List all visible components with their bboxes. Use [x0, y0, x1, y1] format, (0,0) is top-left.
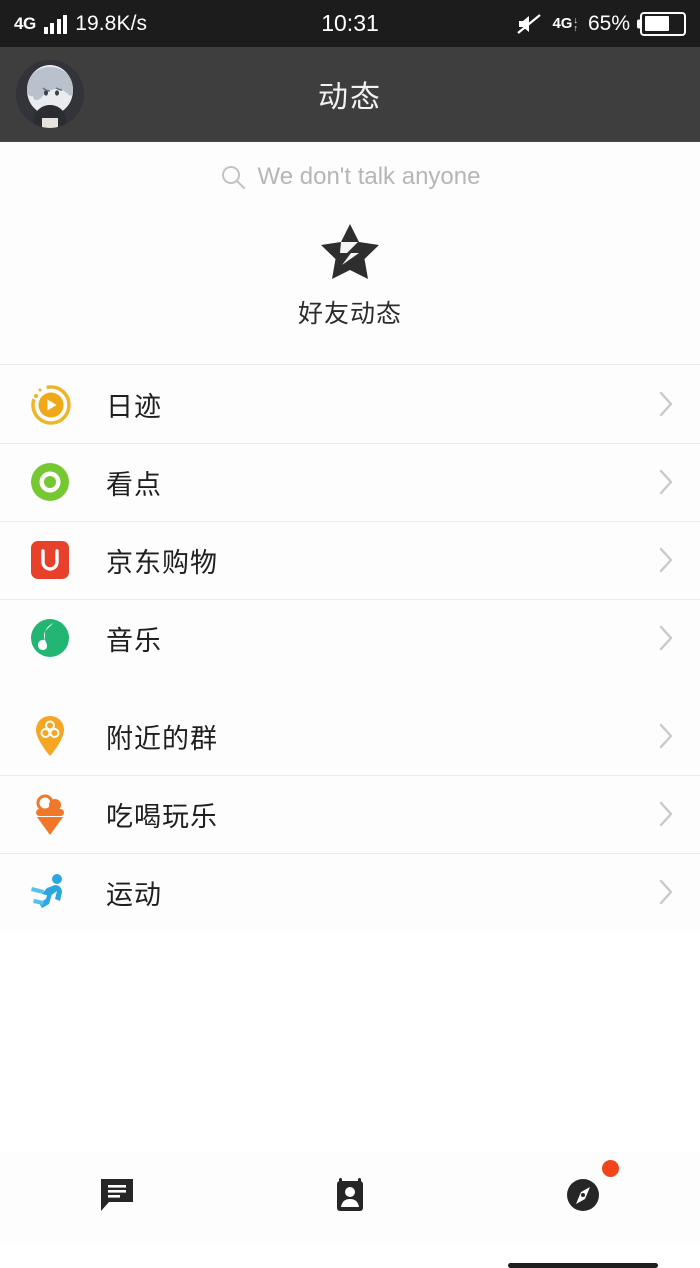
food-fun-cone-icon	[26, 790, 74, 838]
battery-icon	[640, 11, 686, 36]
chevron-right-icon	[656, 621, 676, 655]
list-item-sports[interactable]: 运动	[0, 853, 700, 931]
chevron-right-icon	[656, 543, 676, 577]
qzone-star-icon	[317, 222, 383, 284]
data-transfer-arrows-icon: ↓ ↑	[573, 14, 578, 33]
network-speed-label: 19.8K/s	[75, 11, 148, 35]
list-item-music[interactable]: 音乐	[0, 599, 700, 677]
chevron-right-icon	[656, 387, 676, 421]
list-item-food-fun[interactable]: 吃喝玩乐	[0, 775, 700, 853]
tab-messages[interactable]	[0, 1172, 233, 1216]
list-group-2: 附近的群 吃喝玩乐 运动	[0, 697, 700, 931]
message-bubble-icon	[95, 1172, 139, 1216]
status-bar: 4G 19.8K/s 10:31 4G ↓ ↑ 65%	[0, 0, 700, 47]
app-header: 动态	[0, 47, 700, 142]
friend-feed-label: 好友动态	[297, 300, 402, 328]
list-item-label: 附近的群	[106, 723, 218, 754]
search-icon	[220, 164, 246, 190]
list-item-label: 京东购物	[106, 547, 218, 578]
list-item-label: 日迹	[106, 391, 162, 422]
contacts-book-icon	[328, 1172, 372, 1216]
signal-bars-icon	[43, 14, 68, 34]
list-item-label: 音乐	[106, 625, 162, 656]
kandian-eye-icon	[26, 458, 74, 506]
compass-dynamic-icon	[561, 1160, 620, 1216]
search-input[interactable]: We don't talk anyone	[258, 163, 481, 191]
list-item-nearby-groups[interactable]: 附近的群	[0, 697, 700, 775]
music-note-icon	[26, 614, 74, 662]
muted-speaker-icon	[516, 13, 542, 35]
active-tab-indicator	[508, 1263, 659, 1268]
list-group-gap	[0, 677, 700, 697]
nearby-groups-pin-icon	[26, 712, 74, 760]
rizi-play-circle-icon	[26, 380, 74, 428]
jd-shopping-icon	[26, 536, 74, 584]
sports-runner-icon	[26, 868, 74, 916]
status-bar-left: 4G 19.8K/s	[14, 12, 147, 36]
list-group-1: 日迹 看点 京东购物 音乐	[0, 365, 700, 677]
tab-contacts[interactable]	[233, 1172, 466, 1216]
list-item-kandian[interactable]: 看点	[0, 443, 700, 521]
page-title: 动态	[318, 81, 382, 114]
data-network-icon: 4G ↓ ↑	[552, 14, 578, 33]
list-item-label: 运动	[106, 879, 162, 910]
data-network-label: 4G	[552, 15, 573, 32]
chevron-right-icon	[656, 465, 676, 499]
chevron-right-icon	[656, 797, 676, 831]
avatar[interactable]	[16, 60, 84, 128]
search-bar[interactable]: We don't talk anyone	[0, 142, 700, 212]
friend-feed-entry[interactable]: 好友动态	[0, 212, 700, 364]
notification-badge	[602, 1160, 620, 1177]
network-type-label: 4G	[14, 14, 36, 33]
chevron-right-icon	[656, 875, 676, 909]
list-item-label: 吃喝玩乐	[106, 801, 218, 832]
bottom-tab-bar	[0, 1152, 700, 1268]
battery-percent-label: 65%	[587, 11, 630, 35]
list-item-rizi[interactable]: 日迹	[0, 365, 700, 443]
tab-dynamic[interactable]	[467, 1160, 700, 1268]
list-item-label: 看点	[106, 469, 162, 500]
list-item-jd-shopping[interactable]: 京东购物	[0, 521, 700, 599]
status-bar-right: 4G ↓ ↑ 65%	[516, 11, 686, 36]
chevron-right-icon	[656, 719, 676, 753]
